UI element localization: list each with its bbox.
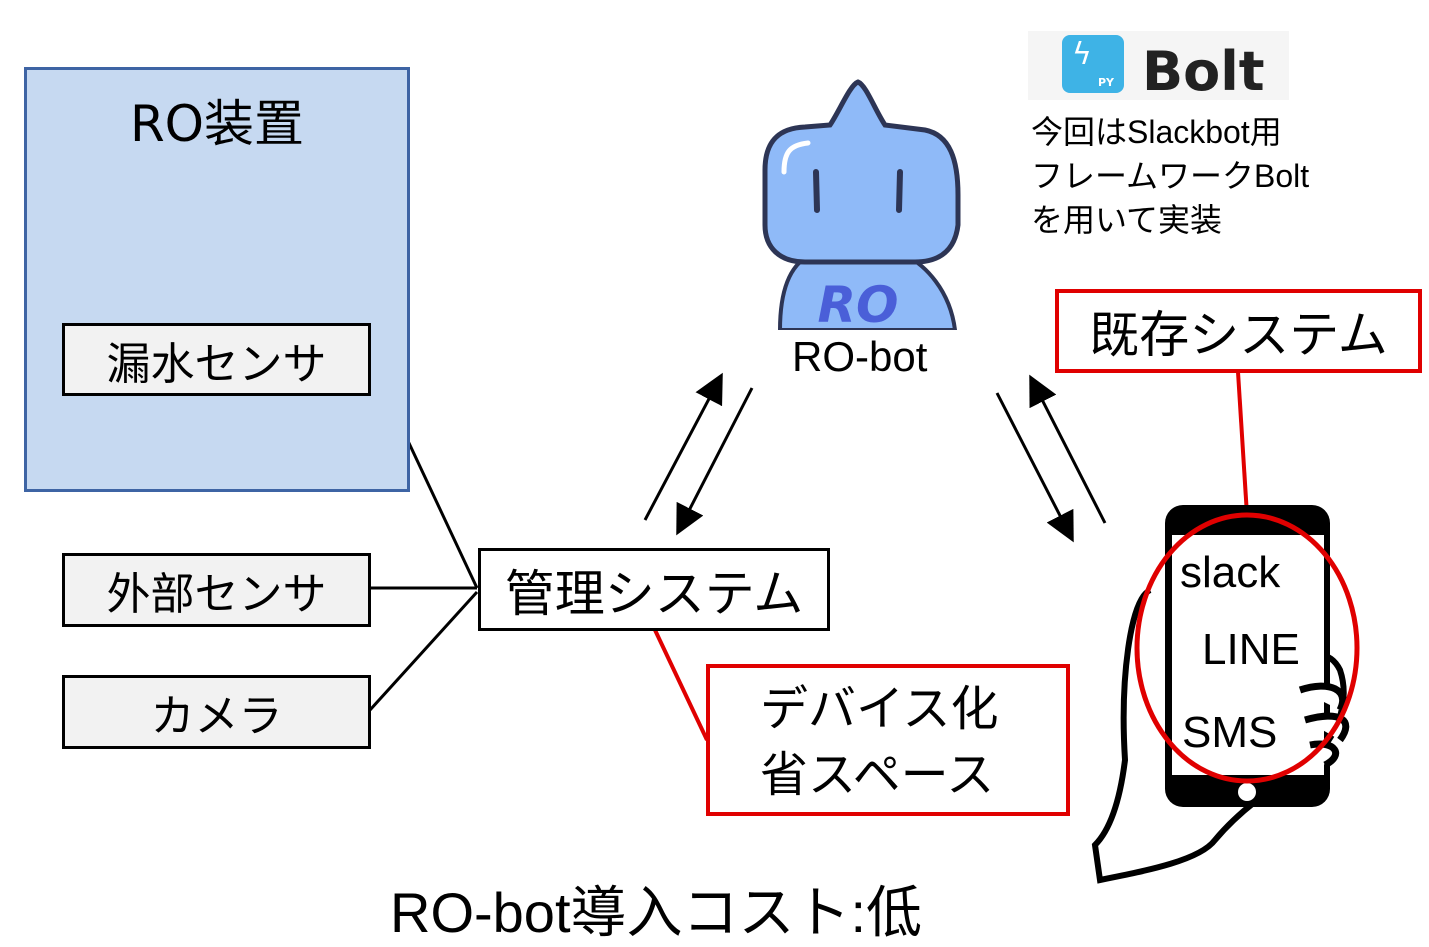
benefit-line1: デバイス化 <box>760 681 999 737</box>
benefit-callout: デバイス化 省スペース <box>706 664 1070 816</box>
app-line: LINE <box>1202 625 1300 674</box>
bolt-logo: ϟ PY Bolt <box>1028 31 1289 103</box>
bolt-note-line: 今回はSlackbot用 <box>1031 114 1282 150</box>
existing-system-callout: 既存システム <box>1055 289 1422 373</box>
app-slack: slack <box>1180 548 1281 597</box>
bolt-note: 今回はSlackbot用 フレームワークBolt を用いて実装 <box>1031 110 1309 242</box>
sensor-external: 外部センサ <box>62 553 371 627</box>
bolt-py-label: PY <box>1097 76 1114 89</box>
arrow-mgmt-to-bot <box>643 372 723 521</box>
callout-line-existing <box>1236 371 1249 516</box>
robot-badge: RO <box>817 276 898 334</box>
robot-mascot-icon: RO <box>762 79 961 334</box>
ro-device-box: RO装置 <box>24 67 410 492</box>
sensor-camera: カメラ <box>62 675 371 749</box>
footer-caption: RO-bot導入コスト:低 <box>390 881 923 944</box>
ro-device-title: RO装置 <box>129 95 305 153</box>
arrow-bot-to-phone <box>995 392 1074 543</box>
callout-line-benefit <box>653 629 709 741</box>
robot-label: RO-bot <box>792 333 928 380</box>
sensor-leak: 漏水センサ <box>62 323 371 396</box>
arrow-phone-to-bot <box>1029 374 1107 524</box>
management-system: 管理システム <box>478 548 830 631</box>
diagram: RO RO装置 漏水センサ 外部センサ カメラ 管理システム デバイス化 省スペ… <box>0 0 1429 947</box>
bolt-icon: ϟ PY <box>1062 35 1124 93</box>
connector-camera <box>368 590 479 712</box>
arrow-bot-to-mgmt <box>676 387 754 536</box>
benefit-line2: 省スペース <box>760 747 995 803</box>
bolt-note-line: を用いて実装 <box>1031 202 1223 238</box>
app-sms: SMS <box>1182 708 1278 757</box>
bolt-logo-text: Bolt <box>1142 40 1265 103</box>
bolt-note-line: フレームワークBolt <box>1031 158 1310 194</box>
